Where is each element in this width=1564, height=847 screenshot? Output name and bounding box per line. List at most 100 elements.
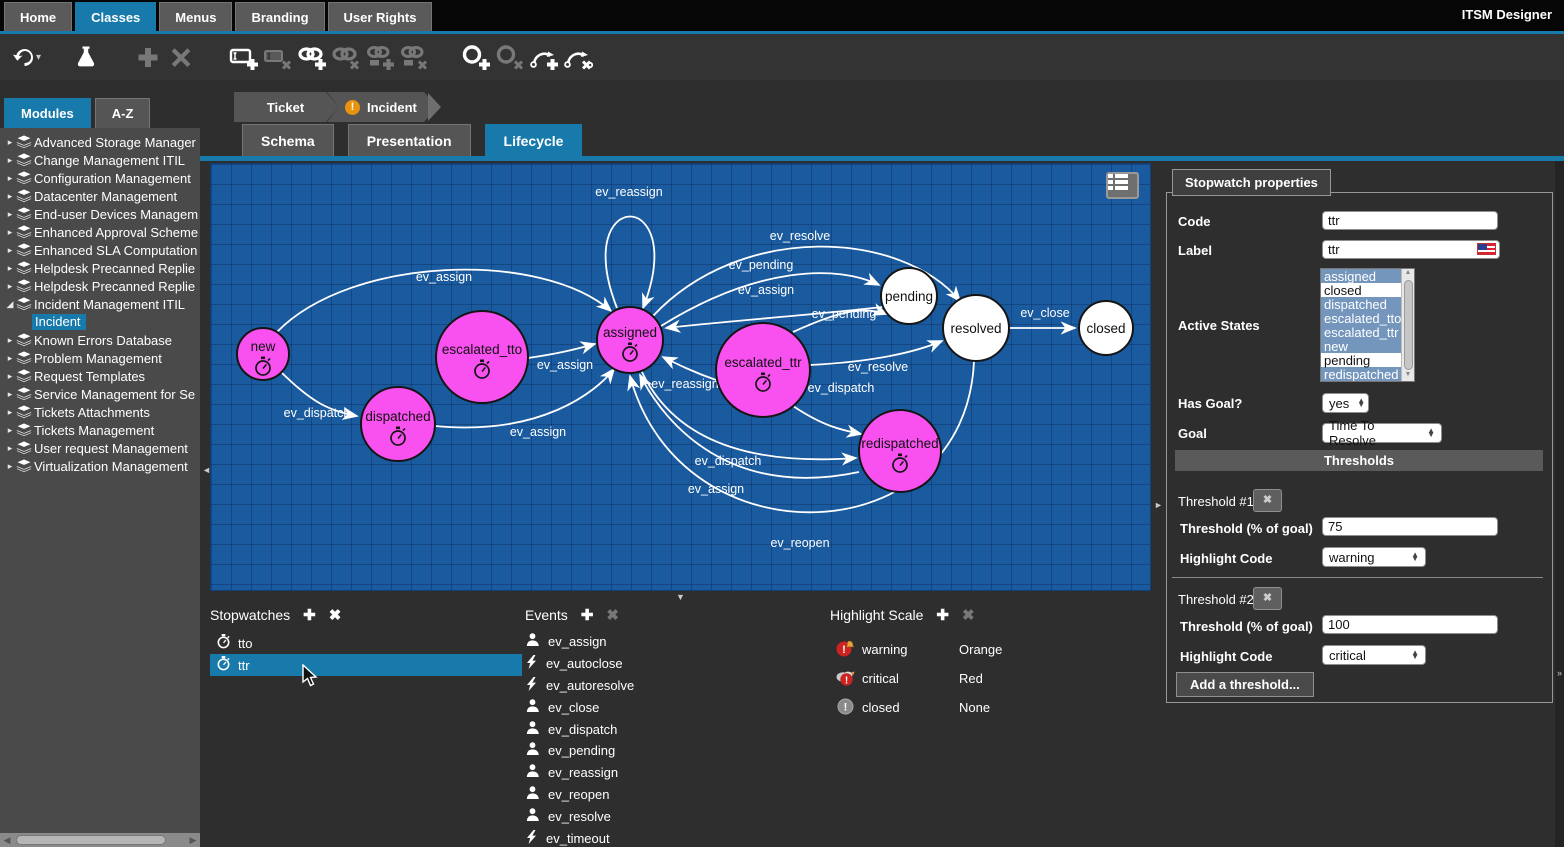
expand-icon[interactable]: ▸ [4, 191, 16, 202]
threshold2-code-select[interactable]: critical ▲▼ [1322, 645, 1426, 665]
sidebar-item-tickets-attachments[interactable]: ▸Tickets Attachments [4, 403, 200, 421]
sidebar-horizontal-scrollbar[interactable]: ◀ ▶ [0, 833, 200, 847]
sidebar-item-end-user-devices-managem[interactable]: ▸End-user Devices Managem [4, 205, 200, 223]
event-item-ev_autoresolve[interactable]: ev_autoresolve [525, 675, 815, 697]
sidebar-tab-modules[interactable]: Modules [4, 98, 91, 128]
transition-ev_dispatch[interactable] [793, 406, 861, 434]
sidebar-item-change-management-itil[interactable]: ▸Change Management ITIL [4, 151, 200, 169]
sidebar-item-user-request-management[interactable]: ▸User request Management [4, 439, 200, 457]
listbox-scrollbar[interactable]: ▲ ▼ [1401, 269, 1414, 381]
event-item-ev_pending[interactable]: ev_pending [525, 740, 815, 762]
has-goal-select[interactable]: yes ▲▼ [1322, 393, 1369, 413]
highlight-row-warning[interactable]: !warningOrange [830, 635, 1160, 664]
state-add-icon[interactable] [459, 43, 493, 71]
add-threshold-button[interactable]: Add a threshold... [1176, 672, 1314, 697]
transition-add-icon[interactable] [527, 43, 561, 71]
active-state-option-redispatched[interactable]: redispatched [1321, 367, 1401, 381]
threshold1-remove-button[interactable]: ✖ [1253, 489, 1282, 512]
state-dispatched[interactable]: dispatched [361, 387, 435, 461]
sidebar-tab-a-z[interactable]: A-Z [95, 98, 151, 128]
nav-tab-branding[interactable]: Branding [235, 2, 324, 31]
splitter-left-handle[interactable]: ◄ [202, 465, 211, 475]
expand-icon[interactable]: ▸ [4, 263, 16, 274]
transition-delete-icon[interactable] [561, 43, 595, 71]
threshold2-remove-button[interactable]: ✖ [1253, 587, 1282, 610]
active-state-option-escalated_tto[interactable]: escalated_tto [1321, 311, 1401, 325]
right-gutter-handle[interactable]: » [1557, 668, 1562, 678]
event-item-ev_reopen[interactable]: ev_reopen [525, 784, 815, 806]
sidebar-item-request-templates[interactable]: ▸Request Templates [4, 367, 200, 385]
sidebar-item-configuration-management[interactable]: ▸Configuration Management [4, 169, 200, 187]
transition-ev_reassign[interactable] [606, 217, 655, 309]
active-state-option-closed[interactable]: closed [1321, 283, 1401, 297]
scrollbar-thumb[interactable] [16, 835, 166, 845]
expand-icon[interactable]: ▸ [4, 209, 16, 220]
state-escalated_tto[interactable]: escalated_tto [436, 311, 528, 403]
sidebar-item-virtualization-management[interactable]: ▸Virtualization Management [4, 457, 200, 475]
collapse-icon[interactable]: ◢ [4, 299, 16, 310]
event-item-ev_assign[interactable]: ev_assign [525, 631, 815, 653]
listbox-scroll-thumb[interactable] [1404, 280, 1413, 370]
expand-icon[interactable]: ▸ [4, 461, 16, 472]
label-input[interactable] [1322, 240, 1500, 259]
sidebar-item-datacenter-management[interactable]: ▸Datacenter Management [4, 187, 200, 205]
scroll-up-icon[interactable]: ▲ [1405, 269, 1412, 279]
expand-icon[interactable]: ▸ [4, 173, 16, 184]
state-new[interactable]: new [237, 328, 289, 380]
sidebar-item-incident[interactable]: Incident [32, 313, 200, 331]
sidebar-item-tickets-management[interactable]: ▸Tickets Management [4, 421, 200, 439]
scroll-down-icon[interactable]: ▼ [1405, 371, 1412, 381]
expand-icon[interactable]: ▸ [4, 137, 16, 148]
expand-icon[interactable]: ▸ [4, 389, 16, 400]
highlight-row-closed[interactable]: !closedNone [830, 693, 1160, 722]
transition-ev_assign[interactable] [528, 344, 595, 358]
threshold1-pct-input[interactable] [1322, 517, 1498, 536]
expand-icon[interactable]: ▸ [4, 407, 16, 418]
state-escalated_ttr[interactable]: escalated_ttr [716, 323, 810, 417]
sidebar-item-helpdesk-precanned-replie[interactable]: ▸Helpdesk Precanned Replie [4, 259, 200, 277]
flask-icon[interactable] [69, 43, 103, 71]
sidebar-item-incident-management-itil[interactable]: ◢Incident Management ITIL [4, 295, 200, 313]
sidebar-item-advanced-storage-manager[interactable]: ▸Advanced Storage Manager [4, 133, 200, 151]
expand-icon[interactable]: ▸ [4, 443, 16, 454]
stopwatch-add-button[interactable]: ✚ [303, 608, 316, 623]
event-item-ev_resolve[interactable]: ev_resolve [525, 805, 815, 827]
tab-presentation[interactable]: Presentation [348, 124, 471, 156]
expand-icon[interactable]: ▸ [4, 425, 16, 436]
tab-lifecycle[interactable]: Lifecycle [485, 124, 583, 156]
expand-icon[interactable]: ▸ [4, 245, 16, 256]
splitter-bottom-handle[interactable]: ▼ [676, 592, 685, 602]
event-item-ev_close[interactable]: ev_close [525, 696, 815, 718]
expand-icon[interactable]: ▸ [4, 371, 16, 382]
expand-icon[interactable]: ▸ [4, 353, 16, 364]
expand-icon[interactable]: ▸ [4, 335, 16, 346]
expand-icon[interactable]: ▸ [4, 281, 16, 292]
expand-icon[interactable]: ▸ [4, 227, 16, 238]
scroll-right-icon[interactable]: ▶ [186, 835, 200, 846]
state-assigned[interactable]: assigned [597, 307, 663, 373]
field-add-icon[interactable] [227, 43, 261, 71]
nav-tab-home[interactable]: Home [4, 2, 72, 31]
state-pending[interactable]: pending [881, 268, 937, 324]
event-delete-button[interactable]: ✖ [606, 608, 619, 623]
nav-tab-menus[interactable]: Menus [159, 2, 232, 31]
nav-tab-user-rights[interactable]: User Rights [328, 2, 433, 31]
stopwatch-item-ttr[interactable]: ttr [210, 654, 522, 676]
sidebar-item-enhanced-sla-computation[interactable]: ▸Enhanced SLA Computation [4, 241, 200, 259]
active-states-listbox[interactable]: assignedcloseddispatchedescalated_ttoesc… [1320, 268, 1415, 382]
active-state-option-new[interactable]: new [1321, 339, 1401, 353]
sidebar-item-known-errors-database[interactable]: ▸Known Errors Database [4, 331, 200, 349]
expand-icon[interactable]: ▸ [4, 155, 16, 166]
active-state-option-escalated_ttr[interactable]: escalated_ttr [1321, 325, 1401, 339]
code-input[interactable] [1322, 211, 1498, 230]
breadcrumb-item-incident[interactable]: ! Incident [327, 92, 437, 122]
event-add-button[interactable]: ✚ [581, 608, 594, 623]
threshold2-pct-input[interactable] [1322, 615, 1498, 634]
nav-tab-classes[interactable]: Classes [75, 2, 156, 31]
highlight-delete-button[interactable]: ✖ [962, 608, 975, 623]
sidebar-item-enhanced-approval-scheme[interactable]: ▸Enhanced Approval Scheme [4, 223, 200, 241]
event-item-ev_autoclose[interactable]: ev_autoclose [525, 653, 815, 675]
state-resolved[interactable]: resolved [943, 295, 1009, 361]
link-add-icon[interactable] [295, 43, 329, 71]
tab-schema[interactable]: Schema [242, 124, 334, 156]
